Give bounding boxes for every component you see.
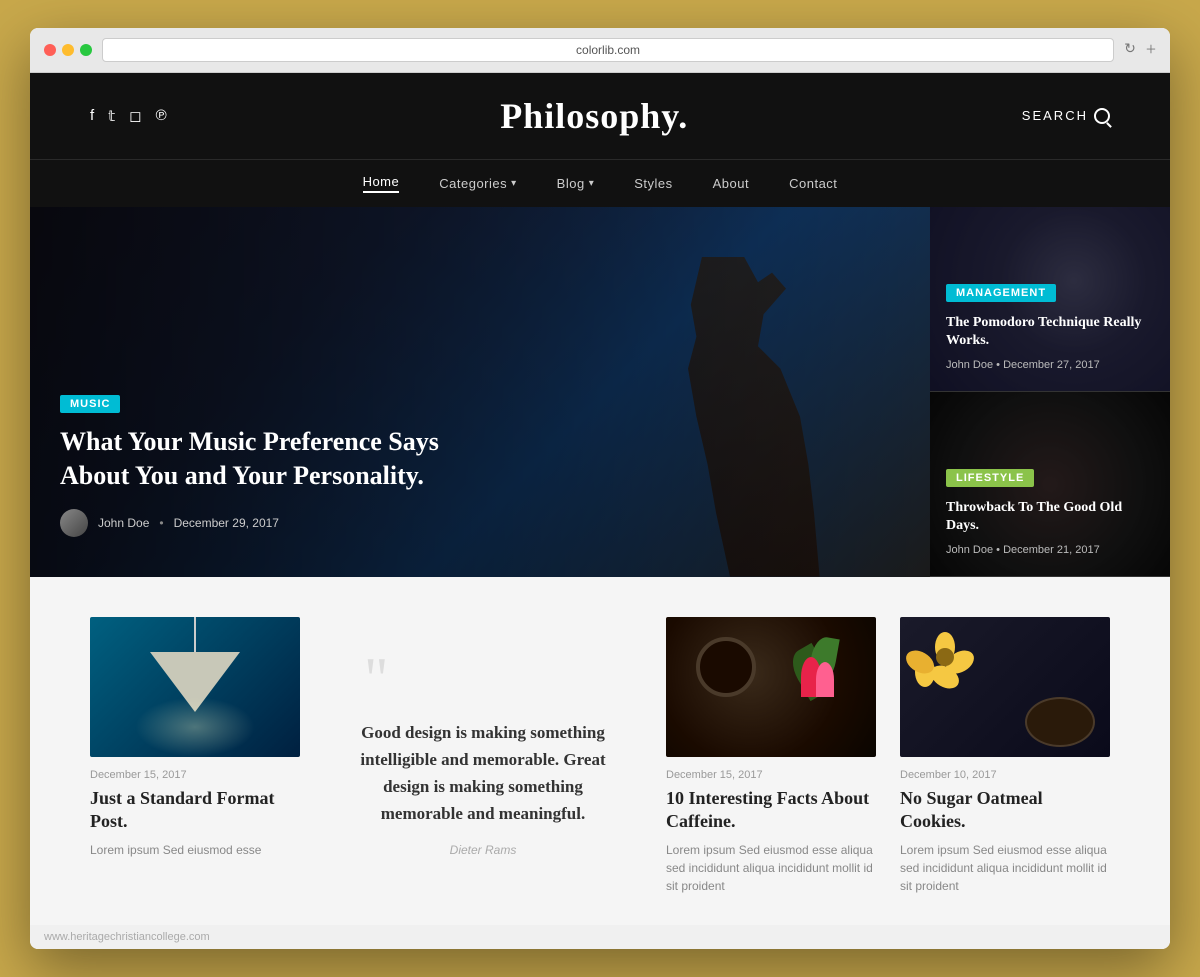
lamp-cord	[194, 617, 196, 657]
card-4-date: December 10, 2017	[900, 769, 1110, 781]
sidebar-post-2-meta: John Doe • December 21, 2017	[946, 544, 1154, 556]
quote-author: Dieter Rams	[450, 843, 517, 857]
pinterest-icon[interactable]: ℗	[156, 107, 167, 125]
nav-about-label: About	[713, 176, 749, 191]
cookie-plate	[1025, 697, 1095, 747]
nav-categories-label: Categories	[439, 176, 507, 191]
browser-window: colorlib.com ↻ + f 𝕥 ◻ ℗ Philosophy. SEA…	[30, 28, 1170, 950]
card-quote: " Good design is making something intell…	[324, 617, 642, 896]
dot-separator: •	[159, 516, 163, 530]
hero-sidebar: MANAGEMENT The Pomodoro Technique Really…	[930, 207, 1170, 577]
hero-meta: John Doe • December 29, 2017	[60, 509, 930, 537]
address-bar[interactable]: colorlib.com	[102, 38, 1114, 62]
avatar	[60, 509, 88, 537]
nav-item-home[interactable]: Home	[363, 174, 400, 193]
close-button[interactable]	[44, 44, 56, 56]
site-header: f 𝕥 ◻ ℗ Philosophy. SEARCH	[30, 73, 1170, 159]
sidebar-post-1-content: MANAGEMENT The Pomodoro Technique Really…	[946, 283, 1154, 370]
sidebar-post-1-meta: John Doe • December 27, 2017	[946, 359, 1154, 371]
url-text: colorlib.com	[576, 43, 640, 57]
quote-marks: "	[364, 655, 389, 703]
flower-center	[936, 648, 954, 666]
browser-chrome: colorlib.com ↻ +	[30, 28, 1170, 73]
browser-dots	[44, 44, 92, 56]
sidebar-post-2-author: John Doe	[946, 544, 993, 556]
sidebar-post-2-date: December 21, 2017	[1003, 544, 1100, 556]
nav-item-about[interactable]: About	[713, 174, 749, 193]
card-lamp-post[interactable]: December 15, 2017 Just a Standard Format…	[90, 617, 300, 896]
instagram-icon[interactable]: ◻	[129, 107, 141, 125]
facebook-icon[interactable]: f	[90, 107, 94, 125]
sidebar-post-2[interactable]: LIFESTYLE Throwback To The Good Old Days…	[930, 392, 1170, 577]
card-cookies-post[interactable]: December 10, 2017 No Sugar Oatmeal Cooki…	[900, 617, 1110, 896]
nav-blog-label: Blog	[557, 176, 585, 191]
sidebar-post-1-author: John Doe	[946, 359, 993, 371]
minimize-button[interactable]	[62, 44, 74, 56]
nav-item-contact[interactable]: Contact	[789, 174, 837, 193]
sidebar-tag-management[interactable]: MANAGEMENT	[946, 284, 1056, 302]
nav-item-styles[interactable]: Styles	[634, 174, 672, 193]
sidebar-post-1[interactable]: MANAGEMENT The Pomodoro Technique Really…	[930, 207, 1170, 392]
reload-button[interactable]: ↻	[1124, 41, 1136, 58]
search-icon	[1094, 108, 1110, 124]
site-title: Philosophy.	[500, 95, 688, 137]
nav-contact-label: Contact	[789, 176, 837, 191]
nav-item-categories[interactable]: Categories ▾	[439, 174, 516, 193]
card-1-date: December 15, 2017	[90, 769, 300, 781]
flower-yellow	[910, 632, 980, 692]
hero-main-post[interactable]: MUSIC What Your Music Preference Says Ab…	[30, 207, 930, 577]
card-coffee-post[interactable]: December 15, 2017 10 Interesting Facts A…	[666, 617, 876, 896]
new-tab-button[interactable]: +	[1146, 39, 1156, 60]
maximize-button[interactable]	[80, 44, 92, 56]
hero-title: What Your Music Preference Says About Yo…	[60, 425, 440, 493]
footer-url-text: www.heritagechristiancollege.com	[44, 931, 210, 943]
sidebar-post-1-date: December 27, 2017	[1003, 359, 1100, 371]
hero-content: MUSIC What Your Music Preference Says Ab…	[60, 394, 930, 537]
sidebar-post-2-content: LIFESTYLE Throwback To The Good Old Days…	[946, 468, 1154, 555]
chevron-down-icon: ▾	[589, 178, 595, 189]
flowers-image	[900, 617, 1110, 757]
hero-section: MUSIC What Your Music Preference Says Ab…	[30, 207, 1170, 577]
hero-tag-badge[interactable]: MUSIC	[60, 395, 120, 413]
card-3-excerpt: Lorem ipsum Sed eiusmod esse aliqua sed …	[666, 841, 876, 895]
twitter-icon[interactable]: 𝕥	[108, 107, 115, 125]
leaf-4	[816, 662, 834, 697]
sidebar-post-1-title: The Pomodoro Technique Really Works.	[946, 314, 1154, 350]
nav-home-label: Home	[363, 174, 400, 189]
quote-text: Good design is making something intellig…	[344, 719, 622, 828]
card-1-excerpt: Lorem ipsum Sed eiusmod esse	[90, 841, 300, 859]
site-nav: Home Categories ▾ Blog ▾ Styles About Co…	[30, 159, 1170, 207]
search-button[interactable]: SEARCH	[1022, 108, 1110, 124]
hero-date: December 29, 2017	[174, 516, 279, 530]
card-1-title: Just a Standard Format Post.	[90, 787, 300, 834]
search-label: SEARCH	[1022, 108, 1088, 123]
lower-section: December 15, 2017 Just a Standard Format…	[30, 577, 1170, 926]
footer-url: www.heritagechristiancollege.com	[30, 925, 1170, 949]
lamp-image	[90, 617, 300, 757]
card-3-title: 10 Interesting Facts About Caffeine.	[666, 787, 876, 834]
nav-styles-label: Styles	[634, 176, 672, 191]
card-4-excerpt: Lorem ipsum Sed eiusmod esse aliqua sed …	[900, 841, 1110, 895]
social-icons: f 𝕥 ◻ ℗	[90, 107, 167, 125]
sidebar-tag-lifestyle[interactable]: LIFESTYLE	[946, 469, 1034, 487]
coffee-image	[666, 617, 876, 757]
nav-item-blog[interactable]: Blog ▾	[557, 174, 595, 193]
sidebar-post-2-title: Throwback To The Good Old Days.	[946, 499, 1154, 535]
card-4-title: No Sugar Oatmeal Cookies.	[900, 787, 1110, 834]
posts-grid: December 15, 2017 Just a Standard Format…	[90, 617, 1110, 896]
lamp-glow	[135, 697, 255, 757]
card-3-date: December 15, 2017	[666, 769, 876, 781]
hero-author: John Doe	[98, 516, 149, 530]
tulip-leaves	[776, 627, 856, 727]
chevron-down-icon: ▾	[511, 178, 517, 189]
coffee-cup	[696, 637, 756, 697]
